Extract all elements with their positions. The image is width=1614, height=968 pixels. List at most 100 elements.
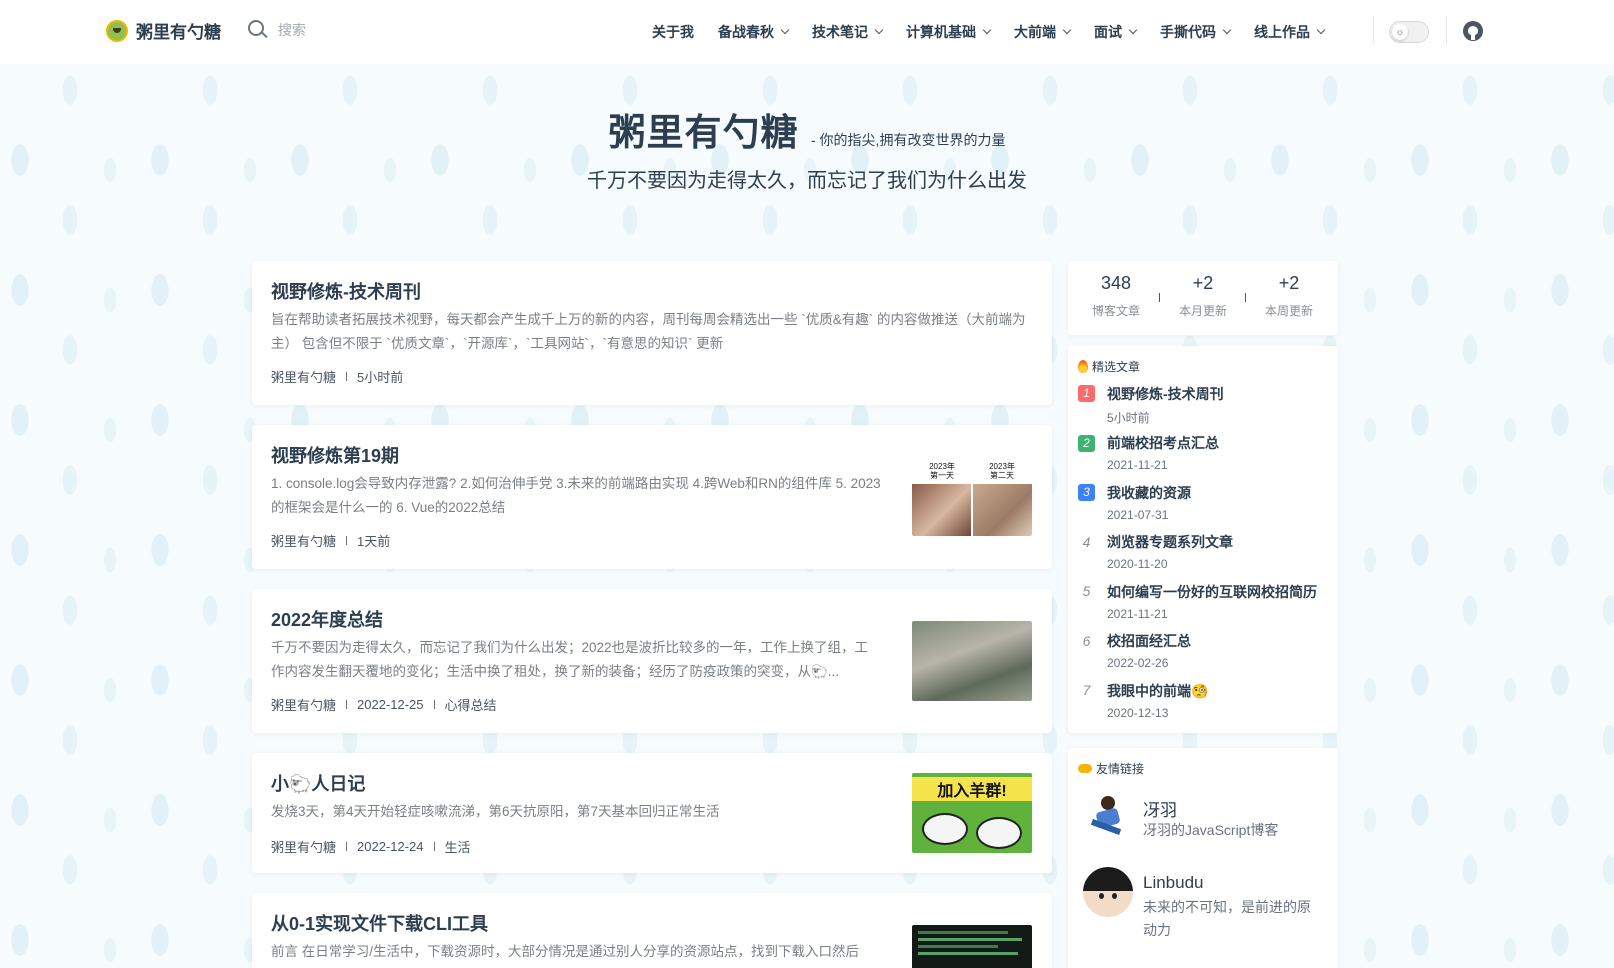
nav-item-label: 备战春秋 bbox=[718, 24, 774, 40]
brand-name: 粥里有勺糖 bbox=[136, 23, 221, 42]
stats-card: 348 博客文章 +2 本月更新 +2 本周更新 bbox=[1068, 261, 1338, 335]
article-meta: 粥里有勺糖 2022-12-24 生活 bbox=[271, 837, 471, 856]
search-input[interactable] bbox=[278, 22, 378, 38]
article-thumbnail[interactable]: 加入羊群! bbox=[912, 773, 1032, 853]
nav-item-about[interactable]: 关于我 bbox=[652, 22, 694, 42]
featured-rank-badge: 3 bbox=[1078, 484, 1095, 501]
article-title[interactable]: 视野修炼第19期 bbox=[271, 442, 399, 468]
nav-item-online-works[interactable]: 线上作品 bbox=[1254, 22, 1326, 42]
article-card[interactable]: 视野修炼第19期 1. console.log会导致内存泄露? 2.如何治伸手党… bbox=[252, 425, 1052, 569]
featured-item-date: 5小时前 bbox=[1107, 411, 1150, 425]
article-title[interactable]: 2022年度总结 bbox=[271, 606, 383, 632]
featured-rank-number: 7 bbox=[1082, 682, 1091, 698]
featured-item-date: 2021-11-21 bbox=[1107, 607, 1168, 621]
nav-item-interview[interactable]: 面试 bbox=[1094, 22, 1138, 42]
article-category[interactable]: 心得总结 bbox=[445, 695, 497, 714]
theme-toggle[interactable]: ☼ bbox=[1389, 21, 1429, 43]
article-meta: 粥里有勺糖 2022-12-25 心得总结 bbox=[271, 695, 497, 714]
nav-item-label: 线上作品 bbox=[1254, 24, 1310, 40]
chevron-down-icon bbox=[874, 25, 884, 35]
article-date: 1天前 bbox=[357, 534, 391, 549]
article-desc: 旨在帮助读者拓展技术视野，每天都会产生成千上万的新的内容，周刊每周会精选出一些 … bbox=[271, 312, 1026, 351]
featured-rank-number: 4 bbox=[1082, 534, 1091, 550]
thumbnail-caption: 加入羊群! bbox=[912, 777, 1032, 801]
article-author: 粥里有勺糖 bbox=[271, 534, 337, 549]
stat-month: +2 本月更新 bbox=[1168, 273, 1238, 319]
nav-divider bbox=[1446, 16, 1447, 44]
article-title[interactable]: 小🐑人日记 bbox=[271, 770, 365, 796]
featured-heading-text: 精选文章 bbox=[1092, 360, 1141, 374]
stat-label: 博客文章 bbox=[1091, 304, 1140, 318]
article-thumbnail[interactable] bbox=[912, 621, 1032, 701]
article-title[interactable]: 视野修炼-技术周刊 bbox=[271, 278, 421, 304]
featured-item-title[interactable]: 前端校招考点汇总 bbox=[1107, 433, 1219, 453]
nav-item-frontend[interactable]: 大前端 bbox=[1014, 22, 1072, 42]
stat-divider bbox=[1245, 293, 1246, 302]
article-desc: 发烧3天，第4天开始轻症咳嗽流涕，第6天抗原阳，第7天基本回归正常生活 bbox=[271, 804, 720, 819]
stat-label: 本周更新 bbox=[1264, 304, 1313, 318]
article-author: 粥里有勺糖 bbox=[271, 840, 337, 855]
brand-logo-icon bbox=[106, 19, 128, 42]
thumbnail-caption: 2023年 第二天 bbox=[989, 462, 1015, 480]
article-desc: 1. console.log会导致内存泄露? 2.如何治伸手党 3.未来的前端路… bbox=[271, 476, 881, 515]
friend-links-heading: 友情链接 bbox=[1078, 760, 1144, 777]
article-card[interactable]: 2022年度总结 千万不要因为走得太久，而忘记了我们为什么出发；2022也是波折… bbox=[252, 589, 1052, 733]
featured-card: 精选文章 1 视野修炼-技术周刊 5小时前 2 前端校招考点汇总 2021-11… bbox=[1068, 346, 1338, 733]
article-category[interactable]: 生活 bbox=[445, 837, 471, 856]
nav-item-handwritten-code[interactable]: 手撕代码 bbox=[1160, 22, 1232, 42]
hero-title: 粥里有勺糖 bbox=[608, 112, 799, 153]
stat-label: 本月更新 bbox=[1178, 304, 1227, 318]
chevron-down-icon bbox=[1062, 25, 1072, 35]
friend-name[interactable]: Linbudu bbox=[1143, 873, 1204, 893]
article-thumbnail[interactable] bbox=[912, 925, 1032, 968]
article-date: 2022-12-24 bbox=[357, 839, 424, 854]
nav-item-tech-notes[interactable]: 技术笔记 bbox=[812, 22, 884, 42]
article-author: 粥里有勺糖 bbox=[271, 370, 337, 385]
avatar[interactable] bbox=[1083, 790, 1133, 840]
featured-item-date: 2021-07-31 bbox=[1107, 508, 1169, 522]
nav-item-label: 技术笔记 bbox=[812, 24, 868, 40]
article-thumbnail[interactable]: 2023年 第一天 2023年 第二天 bbox=[912, 462, 1032, 536]
avatar[interactable] bbox=[1083, 867, 1133, 917]
github-icon[interactable] bbox=[1463, 21, 1483, 41]
friend-name[interactable]: 冴羽 bbox=[1143, 796, 1177, 821]
featured-rank-number: 5 bbox=[1082, 583, 1091, 599]
chevron-down-icon bbox=[1222, 25, 1232, 35]
article-title[interactable]: 从0-1实现文件下载CLI工具 bbox=[271, 910, 488, 936]
sun-icon: ☼ bbox=[1392, 24, 1408, 40]
featured-item-title[interactable]: 视野修炼-技术周刊 bbox=[1107, 384, 1224, 404]
brand-link[interactable]: 粥里有勺糖 bbox=[106, 18, 221, 43]
featured-item-date: 2022-02-26 bbox=[1107, 656, 1169, 670]
stat-posts: 348 博客文章 bbox=[1081, 273, 1151, 319]
nav-item-label: 大前端 bbox=[1014, 24, 1056, 40]
featured-item-title[interactable]: 我眼中的前端🧐 bbox=[1107, 681, 1208, 701]
nav-item-prep[interactable]: 备战春秋 bbox=[718, 22, 790, 42]
article-date: 2022-12-25 bbox=[357, 697, 424, 712]
featured-item-title[interactable]: 我收藏的资源 bbox=[1107, 483, 1191, 503]
hero-tagline: 千万不要因为走得太久，而忘记了我们为什么出发 bbox=[587, 170, 1027, 192]
nav-item-cs-basics[interactable]: 计算机基础 bbox=[906, 22, 992, 42]
article-meta: 粥里有勺糖 5小时前 bbox=[271, 367, 403, 386]
search-icon[interactable] bbox=[248, 20, 268, 40]
nav-divider bbox=[1373, 16, 1374, 44]
featured-item-title[interactable]: 校招面经汇总 bbox=[1107, 631, 1191, 651]
article-card[interactable]: 小🐑人日记 发烧3天，第4天开始轻症咳嗽流涕，第6天抗原阳，第7天基本回归正常生… bbox=[252, 753, 1052, 873]
nav-item-label: 关于我 bbox=[652, 24, 694, 40]
featured-rank-badge: 2 bbox=[1078, 435, 1095, 452]
chevron-down-icon bbox=[780, 25, 790, 35]
article-card[interactable]: 视野修炼-技术周刊 旨在帮助读者拓展技术视野，每天都会产生成千上万的新的内容，周… bbox=[252, 261, 1052, 405]
featured-item-date: 2020-11-20 bbox=[1107, 557, 1168, 571]
stat-divider bbox=[1159, 293, 1160, 302]
nav-item-label: 计算机基础 bbox=[906, 24, 976, 40]
featured-rank-badge: 1 bbox=[1078, 385, 1095, 402]
featured-item-title[interactable]: 如何编写一份好的互联网校招简历 bbox=[1107, 582, 1317, 602]
friend-links-heading-text: 友情链接 bbox=[1096, 762, 1145, 776]
friend-links-card: 友情链接 冴羽 冴羽的JavaScript博客 Linbudu 未来的不可知，是… bbox=[1068, 748, 1338, 968]
search-box bbox=[248, 20, 378, 40]
article-card[interactable]: 从0-1实现文件下载CLI工具 前言 在日常学习/生活中，下载资源时，大部分情况… bbox=[252, 893, 1052, 968]
nav-item-label: 面试 bbox=[1094, 24, 1122, 40]
thumbnail-caption: 2023年 第一天 bbox=[929, 462, 955, 480]
stat-value: +2 bbox=[1278, 273, 1300, 293]
featured-item-title[interactable]: 浏览器专题系列文章 bbox=[1107, 532, 1233, 552]
stat-value: +2 bbox=[1192, 273, 1214, 293]
